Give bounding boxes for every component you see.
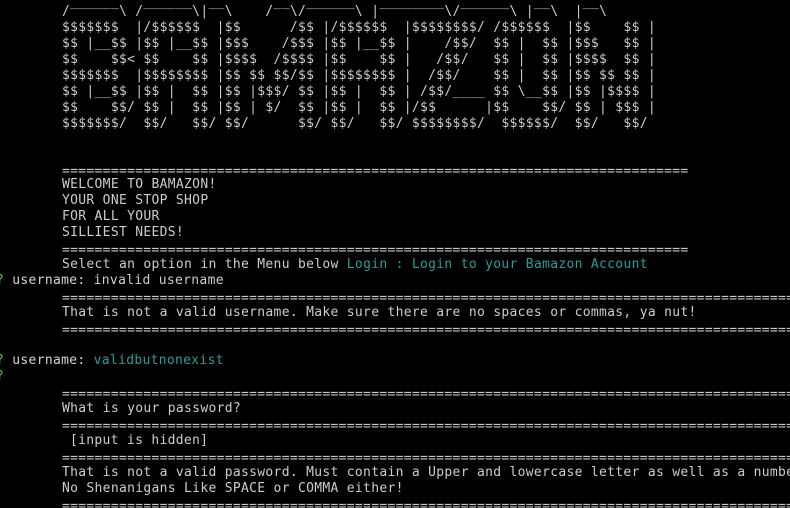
welcome-line: FOR ALL YOUR xyxy=(62,209,160,224)
password-question: What is your password? xyxy=(62,401,242,416)
password-input-hidden[interactable]: [input is hidden] xyxy=(70,433,208,449)
menu-line: Select an option in the Menu below Login… xyxy=(62,257,648,273)
welcome-line: YOUR ONE STOP SHOP xyxy=(62,193,209,208)
error-message: No Shenanigans Like SPACE or COMMA eithe… xyxy=(62,481,404,496)
welcome-line: SILLIEST NEEDS! xyxy=(62,225,185,240)
welcome-line: WELCOME TO BAMAZON! xyxy=(62,177,217,192)
question-mark-icon: ? xyxy=(0,353,4,368)
error-message: That is not a valid username. Make sure … xyxy=(62,305,697,320)
menu-prompt: Select an option in the Menu below xyxy=(62,257,339,272)
username-label: username: xyxy=(12,353,86,368)
question-mark-icon: ? xyxy=(0,273,4,288)
ascii-banner-line: $$ |__$$ |$$ |__$$ |$$$ /$$$ |$$ |__$$ |… xyxy=(62,36,656,51)
username-input[interactable]: validbutnonexist xyxy=(94,353,224,368)
ascii-banner-line: $$$$$$$ |/$$$$$$ |$$ /$$ |/$$$$$$ |$$$$$… xyxy=(62,20,656,35)
ascii-banner-line: $$ $$< $$ $$ |$$$$ /$$$$ |$$ $$ | /$$/ $… xyxy=(62,52,656,67)
ascii-banner-line: $$ $$/ $$ | $$ |$$ | $/ $$ |$$ | $$ |/$$… xyxy=(62,100,656,115)
username-prompt-line: ? username: validbutnonexist xyxy=(0,353,224,369)
username-label: username: xyxy=(12,273,86,288)
ascii-banner-line: / \ / \| \ / \/ \ | \/ \ | \ | \ xyxy=(62,4,608,19)
username-value: invalid username xyxy=(93,273,224,288)
ascii-banner-line: $$ |__$$ |$$ | $$ |$$ |$$$/ $$ |$$ | $$ … xyxy=(62,84,656,99)
ascii-banner-line: $$$$$$$/ $$/ $$/ $$/ $$/ $$/ $$/ $$$$$$$… xyxy=(62,116,648,131)
error-message: That is not a valid password. Must conta… xyxy=(62,465,790,480)
divider-rule: ========================================… xyxy=(62,499,790,508)
password-prompt-line: ? xyxy=(0,369,4,385)
question-mark-icon: ? xyxy=(0,369,4,384)
terminal-window: ______ ______ __ __ ______ ________ ____… xyxy=(0,0,790,508)
divider-rule: ========================================… xyxy=(62,323,790,338)
username-prompt-line: ? username: invalid username xyxy=(0,273,224,289)
ascii-banner-line: $$$$$$$ |$$$$$$$$ |$$ $$ $$/$$ |$$$$$$$$… xyxy=(62,68,656,83)
menu-selected-option[interactable]: Login : Login to your Bamazon Account xyxy=(347,257,648,272)
